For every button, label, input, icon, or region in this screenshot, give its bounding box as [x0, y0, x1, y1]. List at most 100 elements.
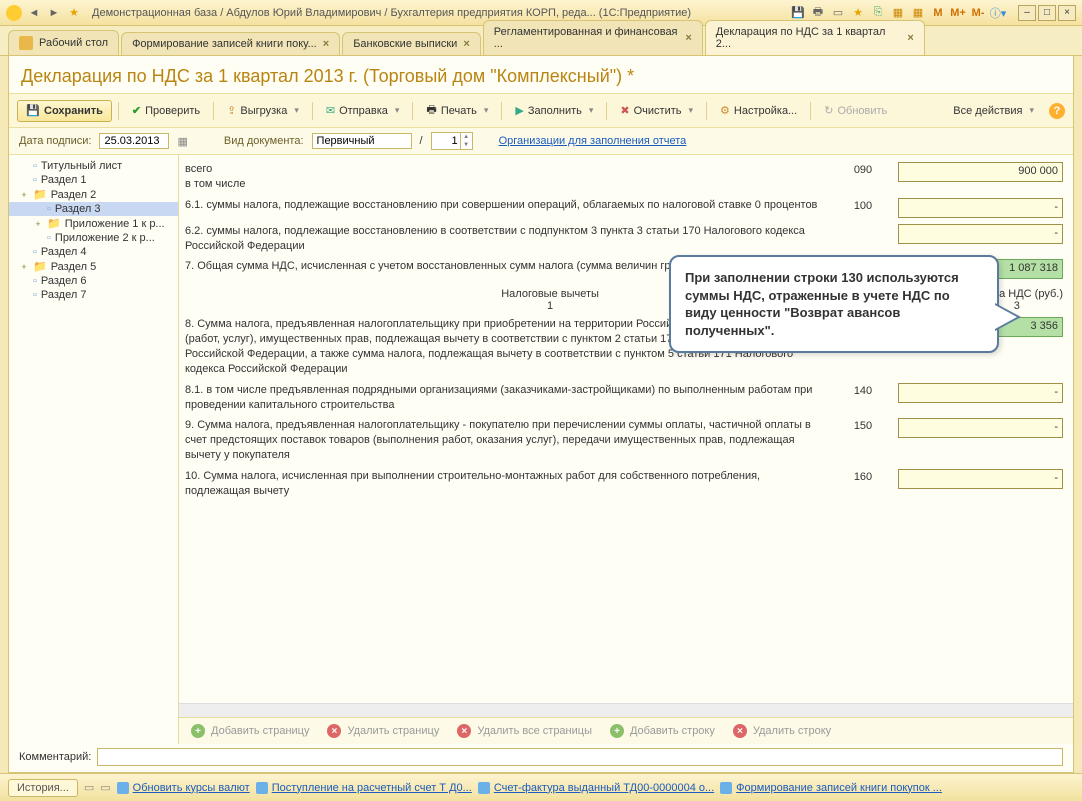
tree-node[interactable]: +📁Раздел 2: [9, 187, 178, 202]
row-10: 10. Сумма налога, исчисленная при выполн…: [185, 466, 1063, 502]
settings-button[interactable]: ⚙Настройка...: [713, 101, 804, 120]
print-button[interactable]: 🖶Печать: [419, 98, 495, 123]
doc-icon[interactable]: ▭: [830, 5, 846, 21]
close-icon[interactable]: ×: [323, 38, 329, 50]
refresh-button[interactable]: ↻Обновить: [817, 101, 894, 120]
toolbar: 💾Сохранить ✔Проверить ⇪Выгрузка ✉Отправк…: [9, 93, 1073, 128]
tree-node[interactable]: ▫Приложение 2 к р...: [9, 231, 178, 245]
value-090[interactable]: 900 000: [898, 162, 1063, 182]
calc-icon[interactable]: ▦: [890, 5, 906, 21]
comment-row: Комментарий:: [9, 744, 1073, 772]
content: Декларация по НДС за 1 квартал 2013 г. (…: [8, 56, 1074, 773]
tab-declaration[interactable]: Декларация по НДС за 1 квартал 2...×: [705, 20, 925, 55]
tab-bank[interactable]: Банковские выписки×: [342, 32, 481, 55]
tree-node[interactable]: ▫Раздел 4: [9, 245, 178, 259]
back-icon[interactable]: ◄: [26, 5, 42, 21]
tree-node[interactable]: +📁Раздел 5: [9, 259, 178, 274]
x-icon: ✖: [620, 104, 629, 117]
refresh-icon: ↻: [824, 104, 833, 117]
doc-area: всегов том числе 090 900 000 6.1. суммы …: [179, 155, 1073, 744]
close-icon[interactable]: ×: [685, 32, 691, 44]
date-input[interactable]: [99, 133, 169, 149]
star-icon[interactable]: ★: [66, 5, 82, 21]
save-button[interactable]: 💾Сохранить: [17, 100, 112, 122]
save-icon[interactable]: 💾: [790, 5, 806, 21]
sb-link-book[interactable]: Формирование записей книги покупок ...: [720, 782, 942, 794]
value-140[interactable]: -: [898, 383, 1063, 403]
tree-node[interactable]: ▫Раздел 1: [9, 173, 178, 187]
mplus-btn[interactable]: M+: [950, 5, 966, 21]
info-icon[interactable]: ⓘ▾: [990, 5, 1006, 21]
export-button[interactable]: ⇪Выгрузка: [220, 101, 306, 120]
clear-button[interactable]: ✖Очистить: [613, 101, 700, 120]
value-62[interactable]: -: [898, 224, 1063, 244]
del-row-button[interactable]: ×Удалить строку: [729, 722, 835, 740]
x-icon: ×: [733, 724, 747, 738]
history-button[interactable]: История...: [8, 779, 78, 797]
tab-reg[interactable]: Регламентированная и финансовая ...×: [483, 20, 703, 55]
mminus-btn[interactable]: M-: [970, 5, 986, 21]
tree-label: Раздел 2: [51, 189, 97, 201]
doctype-input[interactable]: [312, 133, 412, 149]
tree-node[interactable]: +📁Приложение 1 к р...: [9, 216, 178, 231]
tree-node[interactable]: ▫Титульный лист: [9, 159, 178, 173]
printer-icon: 🖶: [426, 101, 436, 120]
date-label: Дата подписи:: [19, 135, 91, 147]
tree-node[interactable]: ▫ Раздел 7: [9, 288, 178, 302]
window-title: Демонстрационная база / Абдулов Юрий Вла…: [92, 7, 691, 19]
help-icon[interactable]: ?: [1049, 103, 1065, 119]
send-button[interactable]: ✉Отправка: [319, 101, 407, 120]
sb-icon[interactable]: ▭: [84, 781, 94, 794]
check-button[interactable]: ✔Проверить: [125, 101, 207, 120]
fwd-icon[interactable]: ►: [46, 5, 62, 21]
tree-label: Раздел 7: [41, 289, 87, 301]
tree-node[interactable]: ▫Раздел 3: [9, 202, 178, 216]
play-icon: ▶: [515, 104, 523, 117]
row-62: 6.2. суммы налога, подлежащие восстановл…: [185, 221, 1063, 257]
page-icon: ▫: [33, 275, 37, 287]
close-icon[interactable]: ×: [907, 32, 913, 44]
page-stepper[interactable]: ▲▼: [431, 132, 473, 150]
folder-icon: 📁: [33, 188, 47, 201]
page-icon: ▫: [33, 246, 37, 258]
fav-icon[interactable]: ★: [850, 5, 866, 21]
sb-link-invoice[interactable]: Счет-фактура выданный ТД00-0000004 о...: [478, 782, 714, 794]
link-icon[interactable]: ⎘: [870, 5, 886, 21]
add-row-button[interactable]: +Добавить строку: [606, 722, 719, 740]
org-link[interactable]: Организации для заполнения отчета: [499, 135, 687, 147]
close-button[interactable]: ×: [1058, 5, 1076, 21]
print-icon[interactable]: 🖶: [810, 5, 826, 21]
tree-node[interactable]: ▫Раздел 6: [9, 274, 178, 288]
sb-link-rates[interactable]: Обновить курсы валют: [117, 782, 250, 794]
callout: При заполнении строки 130 используются с…: [669, 255, 999, 353]
fill-button[interactable]: ▶Заполнить: [508, 101, 600, 120]
sb-icon[interactable]: ▭: [100, 781, 110, 794]
x-icon: ×: [457, 724, 471, 738]
del-all-pages-button[interactable]: ×Удалить все страницы: [453, 722, 596, 740]
del-page-button[interactable]: ×Удалить страницу: [323, 722, 443, 740]
minimize-button[interactable]: –: [1018, 5, 1036, 21]
tree-label: Титульный лист: [41, 160, 122, 172]
tab-desktop[interactable]: Рабочий стол: [8, 30, 119, 55]
tab-book[interactable]: Формирование записей книги поку...×: [121, 32, 340, 55]
main: ▫Титульный лист▫Раздел 1+📁Раздел 2▫Разде…: [9, 155, 1073, 744]
value-160[interactable]: -: [898, 469, 1063, 489]
page-icon: ▫: [47, 203, 51, 215]
maximize-button[interactable]: □: [1038, 5, 1056, 21]
sb-link-receipt[interactable]: Поступление на расчетный счет Т Д0...: [256, 782, 472, 794]
all-actions-button[interactable]: Все действия: [946, 102, 1041, 120]
close-icon[interactable]: ×: [463, 38, 469, 50]
comment-input[interactable]: [97, 748, 1063, 766]
date-picker-icon[interactable]: ▦: [177, 135, 187, 148]
value-150[interactable]: -: [898, 418, 1063, 438]
doc-scroll[interactable]: всегов том числе 090 900 000 6.1. суммы …: [179, 155, 1073, 703]
hscrollbar[interactable]: [179, 703, 1073, 717]
cal-icon[interactable]: ▦: [910, 5, 926, 21]
plus-icon: +: [191, 724, 205, 738]
value-100[interactable]: -: [898, 198, 1063, 218]
nav-tree[interactable]: ▫Титульный лист▫Раздел 1+📁Раздел 2▫Разде…: [9, 155, 179, 744]
m-btn[interactable]: M: [930, 5, 946, 21]
page-icon: ▫: [47, 232, 51, 244]
page-icon: ▫: [33, 289, 37, 301]
add-page-button[interactable]: +Добавить страницу: [187, 722, 313, 740]
